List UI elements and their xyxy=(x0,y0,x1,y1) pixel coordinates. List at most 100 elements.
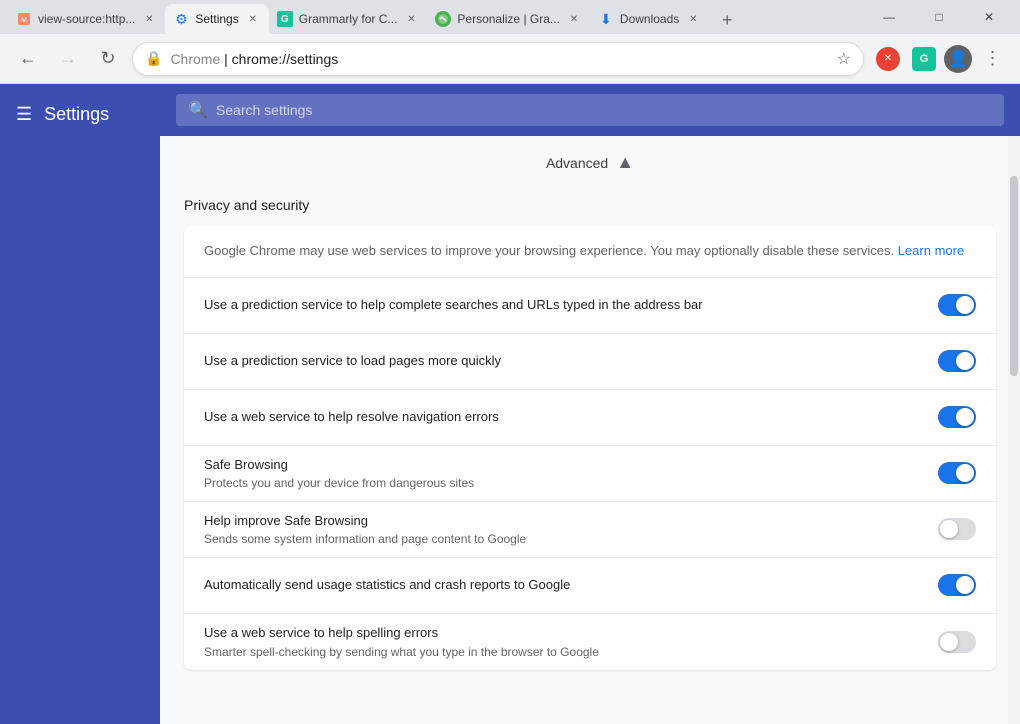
setting-row-resolve-navigation: Use a web service to help resolve naviga… xyxy=(184,390,996,446)
settings-tab-icon: ⚙ xyxy=(173,11,189,27)
toggle-thumb-usage-stats xyxy=(956,576,974,594)
toggle-safe-browsing[interactable] xyxy=(938,462,976,484)
search-icon: 🔍 xyxy=(188,100,208,120)
toggle-thumb-safe-browsing xyxy=(956,464,974,482)
tabs-area: M view-source:http... ✕ ⚙ Settings ✕ G G… xyxy=(8,0,866,34)
advanced-arrow-icon: ▲ xyxy=(616,152,634,173)
sidebar: ☰ Settings xyxy=(0,84,160,724)
tab-source[interactable]: M view-source:http... ✕ xyxy=(8,4,165,34)
lock-icon: 🔒 xyxy=(145,50,162,67)
tab-personalize-close[interactable]: ✕ xyxy=(566,11,582,27)
tab-personalize-label: Personalize | Gra... xyxy=(457,12,560,26)
setting-label-help-safe-browsing: Help improve Safe Browsing xyxy=(204,512,922,530)
search-bar[interactable]: 🔍 xyxy=(176,94,1004,126)
setting-label-spelling-errors: Use a web service to help spelling error… xyxy=(204,624,922,642)
bookmark-star-icon[interactable]: ☆ xyxy=(837,49,851,69)
app-content: ☰ Settings 🔍 Advanced ▲ Privacy and secu… xyxy=(0,84,1020,724)
toggle-resolve-navigation[interactable] xyxy=(938,406,976,428)
toggle-track-help-safe-browsing[interactable] xyxy=(938,518,976,540)
tab-settings[interactable]: ⚙ Settings ✕ xyxy=(165,4,268,34)
reload-button[interactable]: ↻ xyxy=(92,43,124,75)
setting-text-safe-browsing: Safe Browsing Protects you and your devi… xyxy=(204,456,922,490)
setting-label-prediction-load: Use a prediction service to load pages m… xyxy=(204,352,922,370)
minimize-button[interactable]: — xyxy=(866,2,912,32)
setting-row-help-safe-browsing: Help improve Safe Browsing Sends some sy… xyxy=(184,502,996,558)
address-bar[interactable]: 🔒 Chrome | chrome://settings ☆ xyxy=(132,42,864,76)
setting-desc-spelling-errors: Smarter spell-checking by sending what y… xyxy=(204,645,922,659)
toggle-help-safe-browsing[interactable] xyxy=(938,518,976,540)
toggle-spelling-errors[interactable] xyxy=(938,631,976,653)
scrollbar-thumb[interactable] xyxy=(1010,176,1018,376)
tab-grammarly-label: Grammarly for C... xyxy=(299,12,398,26)
grammarly-toolbar-icon: G xyxy=(912,47,936,71)
profile-button[interactable]: 👤 xyxy=(944,45,972,73)
advanced-label: Advanced xyxy=(546,155,608,171)
privacy-section-title: Privacy and security xyxy=(160,181,1020,225)
toolbar-icons: ✕ G 👤 ⋮ xyxy=(872,43,1008,75)
setting-text-prediction-load: Use a prediction service to load pages m… xyxy=(204,352,922,370)
menu-button[interactable]: ⋮ xyxy=(976,43,1008,75)
hamburger-menu-button[interactable]: ☰ xyxy=(16,104,32,125)
toggle-thumb-prediction-search xyxy=(956,296,974,314)
address-text: Chrome | chrome://settings xyxy=(170,51,828,67)
privacy-info-text: Google Chrome may use web services to im… xyxy=(204,243,894,258)
new-tab-button[interactable]: + xyxy=(713,6,741,34)
toggle-usage-stats[interactable] xyxy=(938,574,976,596)
learn-more-link[interactable]: Learn more xyxy=(898,243,964,258)
forward-button[interactable]: → xyxy=(52,43,84,75)
tab-settings-label: Settings xyxy=(195,12,238,26)
setting-row-usage-stats: Automatically send usage statistics and … xyxy=(184,558,996,614)
toggle-track-safe-browsing[interactable] xyxy=(938,462,976,484)
toggle-track-resolve-navigation[interactable] xyxy=(938,406,976,428)
toggle-thumb-help-safe-browsing xyxy=(940,520,958,538)
toggle-track-prediction-load[interactable] xyxy=(938,350,976,372)
tab-downloads-close[interactable]: ✕ xyxy=(685,11,701,27)
privacy-settings-card: Google Chrome may use web services to im… xyxy=(184,225,996,670)
setting-text-usage-stats: Automatically send usage statistics and … xyxy=(204,576,922,594)
back-button[interactable]: ← xyxy=(12,43,44,75)
sidebar-title: Settings xyxy=(44,104,109,125)
setting-label-usage-stats: Automatically send usage statistics and … xyxy=(204,576,922,594)
tab-source-label: view-source:http... xyxy=(38,12,135,26)
toggle-prediction-load[interactable] xyxy=(938,350,976,372)
tab-downloads[interactable]: ⬇ Downloads ✕ xyxy=(590,4,709,34)
sidebar-header: ☰ Settings xyxy=(0,84,160,145)
setting-text-prediction-search: Use a prediction service to help complet… xyxy=(204,296,922,314)
scrollbar-track[interactable] xyxy=(1008,136,1020,724)
main-wrapper: 🔍 Advanced ▲ Privacy and security Google… xyxy=(160,84,1020,724)
address-url: chrome://settings xyxy=(232,51,339,67)
close-button[interactable]: ✕ xyxy=(966,2,1012,32)
toggle-track-prediction-search[interactable] xyxy=(938,294,976,316)
toggle-track-spelling-errors[interactable] xyxy=(938,631,976,653)
tab-grammarly-close[interactable]: ✕ xyxy=(403,11,419,27)
privacy-info-row: Google Chrome may use web services to im… xyxy=(184,225,996,278)
grammarly-extension-icon[interactable]: G xyxy=(908,43,940,75)
setting-label-prediction-search: Use a prediction service to help complet… xyxy=(204,296,922,314)
main-content: Advanced ▲ Privacy and security Google C… xyxy=(160,136,1020,724)
toggle-prediction-search[interactable] xyxy=(938,294,976,316)
toggle-track-usage-stats[interactable] xyxy=(938,574,976,596)
setting-desc-safe-browsing: Protects you and your device from danger… xyxy=(204,476,922,490)
extensions-icon-button[interactable]: ✕ xyxy=(872,43,904,75)
grammarly-icon: G xyxy=(277,11,293,27)
tab-downloads-label: Downloads xyxy=(620,12,679,26)
window-controls: — □ ✕ xyxy=(866,2,1012,32)
search-area: 🔍 xyxy=(160,84,1020,136)
setting-row-spelling-errors: Use a web service to help spelling error… xyxy=(184,614,996,670)
tab-source-close[interactable]: ✕ xyxy=(141,11,157,27)
titlebar: M view-source:http... ✕ ⚙ Settings ✕ G G… xyxy=(0,0,1020,34)
setting-row-prediction-load: Use a prediction service to load pages m… xyxy=(184,334,996,390)
address-separator: | xyxy=(224,51,228,67)
search-input[interactable] xyxy=(216,102,992,118)
setting-text-spelling-errors: Use a web service to help spelling error… xyxy=(204,624,922,658)
svg-text:M: M xyxy=(21,17,27,24)
tab-settings-close[interactable]: ✕ xyxy=(245,11,261,27)
advanced-section: Advanced ▲ xyxy=(160,136,1020,181)
tab-grammarly[interactable]: G Grammarly for C... ✕ xyxy=(269,4,428,34)
tab-personalize[interactable]: Personalize | Gra... ✕ xyxy=(427,4,590,34)
downloads-icon: ⬇ xyxy=(598,11,614,27)
advanced-toggle-button[interactable]: Advanced ▲ xyxy=(546,152,634,173)
setting-row-safe-browsing: Safe Browsing Protects you and your devi… xyxy=(184,446,996,502)
maximize-button[interactable]: □ xyxy=(916,2,962,32)
setting-text-help-safe-browsing: Help improve Safe Browsing Sends some sy… xyxy=(204,512,922,546)
